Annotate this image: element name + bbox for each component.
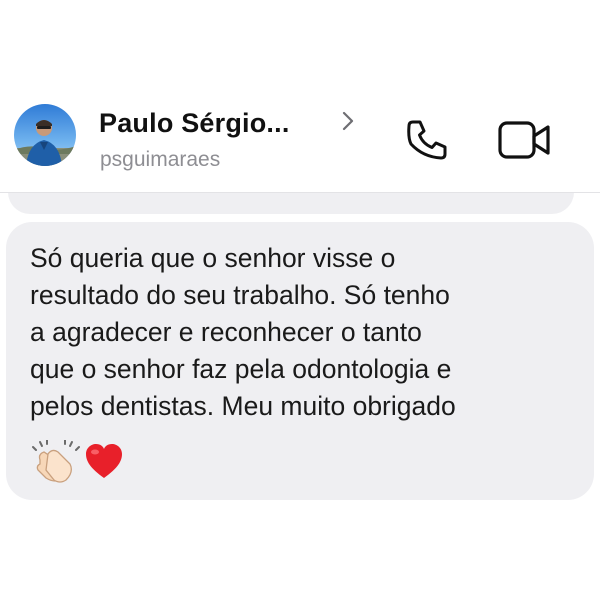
video-camera-icon[interactable] xyxy=(496,117,554,163)
chevron-right-icon[interactable] xyxy=(340,110,356,132)
message-line: pelos dentistas. Meu muito obrigado xyxy=(30,391,456,421)
message-line: que o senhor faz pela odontologia e xyxy=(30,354,452,384)
contact-avatar[interactable] xyxy=(14,104,76,166)
message-text: Só queria que o senhor visse o resultado… xyxy=(30,240,580,425)
status-area xyxy=(0,0,600,80)
contact-handle: psguimaraes xyxy=(100,148,221,171)
message-line: a agradecer e reconhecer o tanto xyxy=(30,317,422,347)
phone-icon[interactable] xyxy=(403,116,451,164)
message-bubble[interactable]: Só queria que o senhor visse o resultado… xyxy=(6,222,594,500)
message-line: resultado do seu trabalho. Só tenho xyxy=(30,280,450,310)
clapping-hands-emoji xyxy=(32,440,80,483)
contact-name[interactable]: Paulo Sérgio... xyxy=(99,108,290,139)
emoji-row xyxy=(32,440,124,484)
chat-screen: Paulo Sérgio... psguimaraes Só queria qu… xyxy=(0,0,600,600)
red-heart-emoji xyxy=(86,444,122,478)
message-line: Só queria que o senhor visse o xyxy=(30,243,396,273)
